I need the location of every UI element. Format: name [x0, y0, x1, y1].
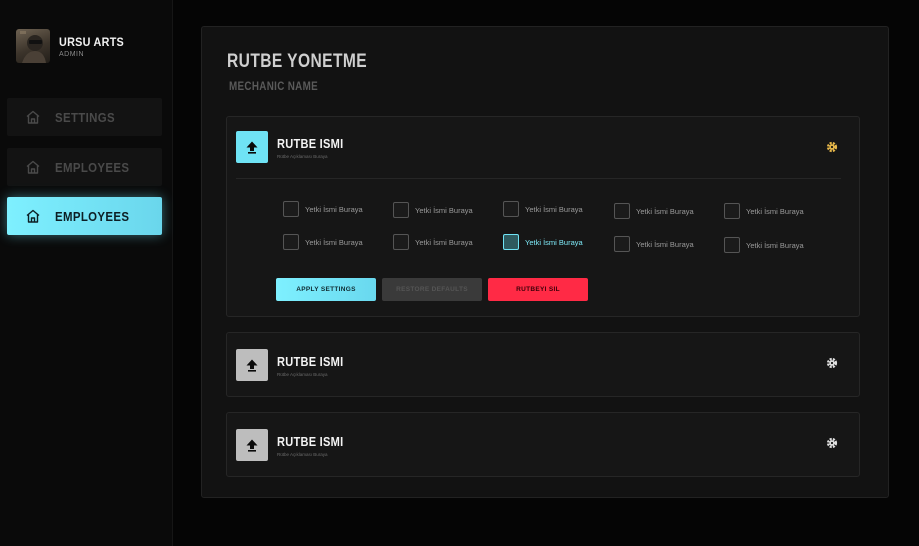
checkbox[interactable]	[503, 201, 519, 217]
rank-name: RUTBE ISMI	[277, 135, 344, 151]
permission-checkbox[interactable]: Yetki İsmi Buraya	[393, 202, 473, 218]
divider	[236, 178, 841, 179]
permission-checkbox-checked[interactable]: Yetki İsmi Buraya	[503, 234, 583, 250]
home-icon	[25, 109, 41, 125]
permission-label: Yetki İsmi Buraya	[746, 206, 804, 216]
rank-description: Rütbe Açıklaması Buraya	[277, 451, 328, 457]
gear-icon[interactable]	[826, 357, 838, 369]
restore-defaults-button[interactable]: RESTORE DEFAULTS	[382, 278, 482, 301]
rank-name: RUTBE ISMI	[277, 433, 344, 449]
sidebar-item-label: EMPLOYEES	[55, 208, 130, 224]
permission-checkbox[interactable]: Yetki İsmi Buraya	[614, 236, 694, 252]
permission-label: Yetki İsmi Buraya	[415, 237, 473, 247]
checkbox[interactable]	[724, 203, 740, 219]
checkbox[interactable]	[614, 203, 630, 219]
sidebar-item-label: SETTINGS	[55, 109, 116, 125]
rank-up-icon	[236, 131, 268, 163]
rank-header[interactable]: RUTBE ISMI Rütbe Açıklaması Buraya	[236, 349, 355, 381]
rank-header[interactable]: RUTBE ISMI Rütbe Açıklaması Buraya	[236, 429, 355, 461]
rank-card[interactable]: RUTBE ISMI Rütbe Açıklaması Buraya	[226, 412, 860, 477]
permission-label: Yetki İsmi Buraya	[636, 239, 694, 249]
gear-icon[interactable]	[826, 437, 838, 449]
rank-name: RUTBE ISMI	[277, 353, 344, 369]
checkbox[interactable]	[614, 236, 630, 252]
sidebar-item-employees-active[interactable]: EMPLOYEES	[7, 197, 162, 235]
home-icon	[25, 159, 41, 175]
checkbox[interactable]	[503, 234, 519, 250]
page-subtitle: MECHANIC NAME	[229, 79, 318, 93]
checkbox[interactable]	[724, 237, 740, 253]
rank-header[interactable]: RUTBE ISMI Rütbe Açıklaması Buraya	[236, 131, 355, 163]
permission-label: Yetki İsmi Buraya	[305, 204, 363, 214]
permission-checkbox[interactable]: Yetki İsmi Buraya	[283, 234, 363, 250]
permission-checkbox[interactable]: Yetki İsmi Buraya	[283, 201, 363, 217]
sidebar-item-label: EMPLOYEES	[55, 159, 130, 175]
rank-up-icon	[236, 349, 268, 381]
rank-up-icon	[236, 429, 268, 461]
permission-grid: Yetki İsmi Buraya Yetki İsmi Buraya Yetk…	[283, 201, 843, 261]
permission-checkbox[interactable]: Yetki İsmi Buraya	[503, 201, 583, 217]
rank-description: Rütbe Açıklaması Buraya	[277, 153, 328, 159]
delete-rank-button[interactable]: RUTBEYI SIL	[488, 278, 588, 301]
rank-card[interactable]: RUTBE ISMI Rütbe Açıklaması Buraya	[226, 332, 860, 397]
sidebar-item-settings[interactable]: SETTINGS	[7, 98, 162, 136]
profile-name: URSU ARTS	[59, 34, 125, 49]
permission-checkbox[interactable]: Yetki İsmi Buraya	[724, 203, 804, 219]
permission-checkbox[interactable]: Yetki İsmi Buraya	[724, 237, 804, 253]
checkbox[interactable]	[393, 202, 409, 218]
rank-description: Rütbe Açıklaması Buraya	[277, 371, 328, 377]
checkbox[interactable]	[283, 201, 299, 217]
gear-icon[interactable]	[826, 141, 838, 153]
sidebar: URSU ARTS ADMIN SETTINGS EMPLOYEES EMPLO…	[0, 0, 173, 546]
avatar	[16, 29, 50, 63]
rank-management-panel: RUTBE YONETME MECHANIC NAME RUTBE ISMI R…	[201, 26, 889, 498]
sidebar-item-employees[interactable]: EMPLOYEES	[7, 148, 162, 186]
permission-label: Yetki İsmi Buraya	[636, 206, 694, 216]
profile-role: ADMIN	[59, 50, 85, 58]
permission-label: Yetki İsmi Buraya	[305, 237, 363, 247]
permission-label: Yetki İsmi Buraya	[525, 204, 583, 214]
permission-checkbox[interactable]: Yetki İsmi Buraya	[393, 234, 473, 250]
permission-label: Yetki İsmi Buraya	[415, 205, 473, 215]
permission-label: Yetki İsmi Buraya	[525, 237, 583, 247]
checkbox[interactable]	[393, 234, 409, 250]
apply-settings-button[interactable]: APPLY SETTINGS	[276, 278, 376, 301]
permission-checkbox[interactable]: Yetki İsmi Buraya	[614, 203, 694, 219]
home-icon	[25, 208, 41, 224]
profile: URSU ARTS ADMIN	[16, 29, 131, 63]
page-title: RUTBE YONETME	[227, 51, 368, 72]
rank-card: RUTBE ISMI Rütbe Açıklaması Buraya Yetki…	[226, 116, 860, 317]
checkbox[interactable]	[283, 234, 299, 250]
permission-label: Yetki İsmi Buraya	[746, 240, 804, 250]
